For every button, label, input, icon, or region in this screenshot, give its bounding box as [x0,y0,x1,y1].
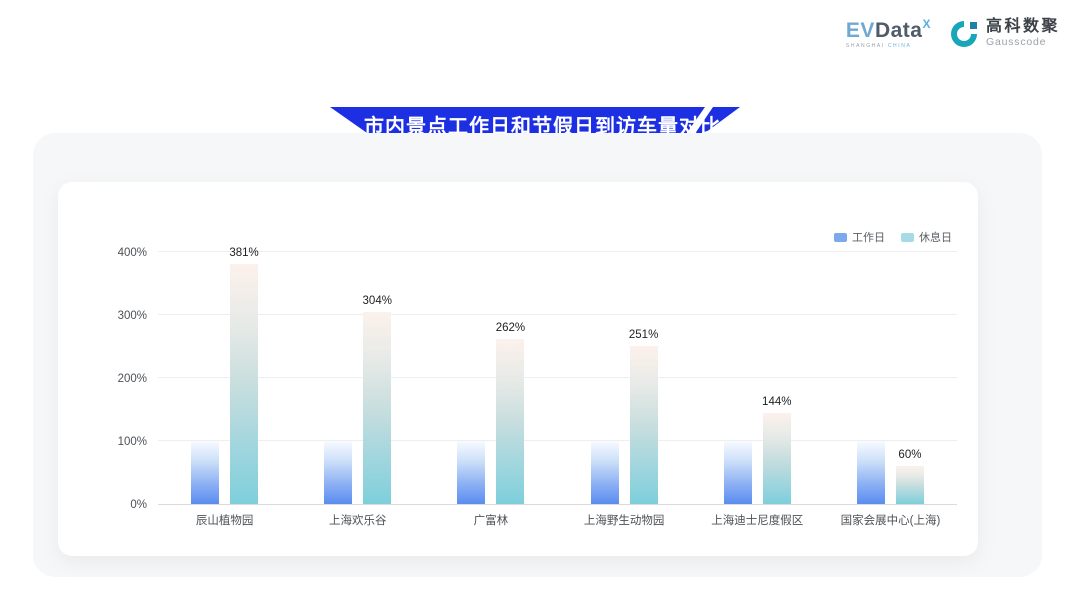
bar-工作日[interactable] [324,441,352,504]
bar-group: 251% [558,223,691,504]
x-category-label: 辰山植物园 [158,512,291,528]
gausscode-logo: 高科数聚 Gausscode [949,19,1060,49]
chart-card: 工作日休息日 400%300%200%100%0% 381%304%262%25… [58,182,978,556]
bar-休息日[interactable]: 262% [496,339,524,504]
evdata-ev-text: EV [846,19,875,42]
gausscode-g-icon [949,19,979,49]
evdata-logo: EVDataX SHANGHAI CHINA [846,18,931,49]
gridline [158,251,957,252]
x-category-label: 上海野生动物园 [558,512,691,528]
gausscode-en-name: Gausscode [986,37,1060,48]
plot-area: 381% 304% 262% 251% 144% 60% [158,223,957,505]
x-category-label: 上海欢乐谷 [291,512,424,528]
header-logos: EVDataX SHANGHAI CHINA 高科数聚 Gausscode [846,18,1060,49]
x-category-label: 广富林 [424,512,557,528]
bar-group: 144% [691,223,824,504]
y-tick-label: 100% [58,436,147,448]
bar-休息日[interactable]: 381% [230,264,258,504]
evdata-subtitle-left: SHANGHAI [846,43,888,49]
chart-outer-panel: 工作日休息日 400%300%200%100%0% 381%304%262%25… [33,133,1042,577]
y-tick-label: 200% [58,373,147,385]
evdata-sup-x: X [922,17,931,31]
bar-group: 304% [291,223,424,504]
y-axis-labels: 400%300%200%100%0% [58,223,147,505]
bar-value-label: 304% [363,295,392,307]
x-category-label: 国家会展中心(上海) [824,512,957,528]
bar-value-label: 381% [229,247,258,259]
bar-value-label: 262% [496,322,525,334]
gridline [158,314,957,315]
evdata-data-text: Data [875,19,923,42]
bar-休息日[interactable]: 144% [763,413,791,504]
bar-value-label: 144% [762,396,791,408]
bar-工作日[interactable] [591,441,619,504]
gausscode-cn-name: 高科数聚 [986,19,1060,35]
bar-休息日[interactable]: 60% [896,466,924,504]
gridline [158,377,957,378]
bar-工作日[interactable] [457,441,485,504]
bar-工作日[interactable] [857,441,885,504]
evdata-wordmark: EVDataX [846,18,931,41]
gridline [158,440,957,441]
evdata-subtitle: SHANGHAI CHINA [846,44,931,49]
bar-工作日[interactable] [191,441,219,504]
bar-工作日[interactable] [724,441,752,504]
bar-休息日[interactable]: 304% [363,312,391,504]
bar-group: 60% [824,223,957,504]
bar-value-label: 60% [898,449,921,461]
x-category-label: 上海迪士尼度假区 [691,512,824,528]
y-tick-label: 400% [58,247,147,259]
y-tick-label: 300% [58,310,147,322]
y-tick-label: 0% [58,499,147,511]
x-axis-labels: 辰山植物园上海欢乐谷广富林上海野生动物园上海迪士尼度假区国家会展中心(上海) [158,512,957,528]
bar-group: 381% [158,223,291,504]
bar-休息日[interactable]: 251% [630,346,658,504]
bar-group: 262% [424,223,557,504]
bar-value-label: 251% [629,329,658,341]
evdata-subtitle-right: CHINA [888,43,912,49]
